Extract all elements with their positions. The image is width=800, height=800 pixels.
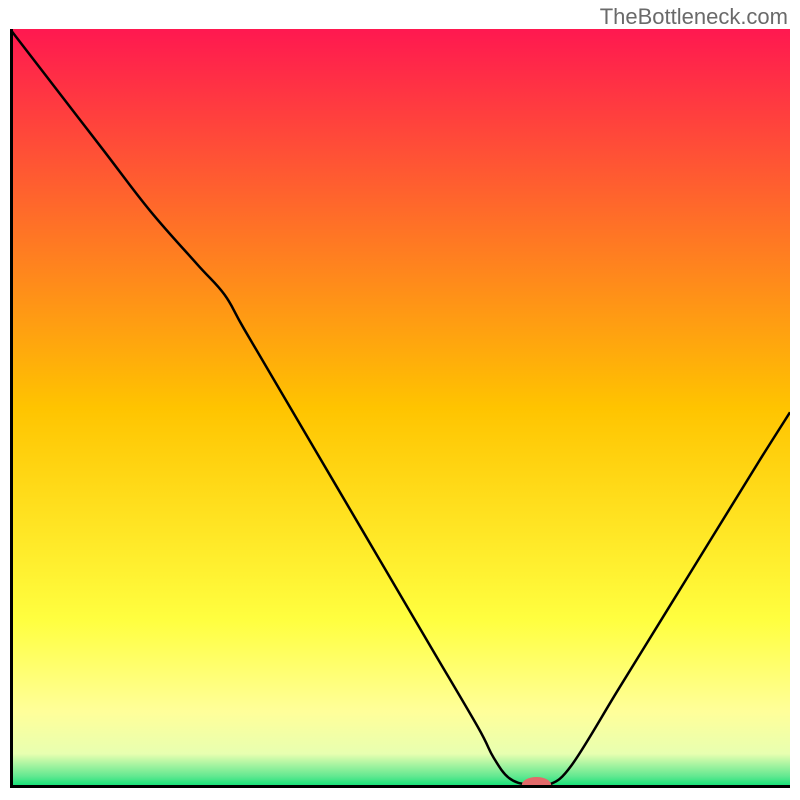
chart-background-gradient bbox=[10, 29, 790, 788]
watermark-text: TheBottleneck.com bbox=[600, 4, 788, 30]
bottleneck-chart bbox=[10, 29, 790, 788]
